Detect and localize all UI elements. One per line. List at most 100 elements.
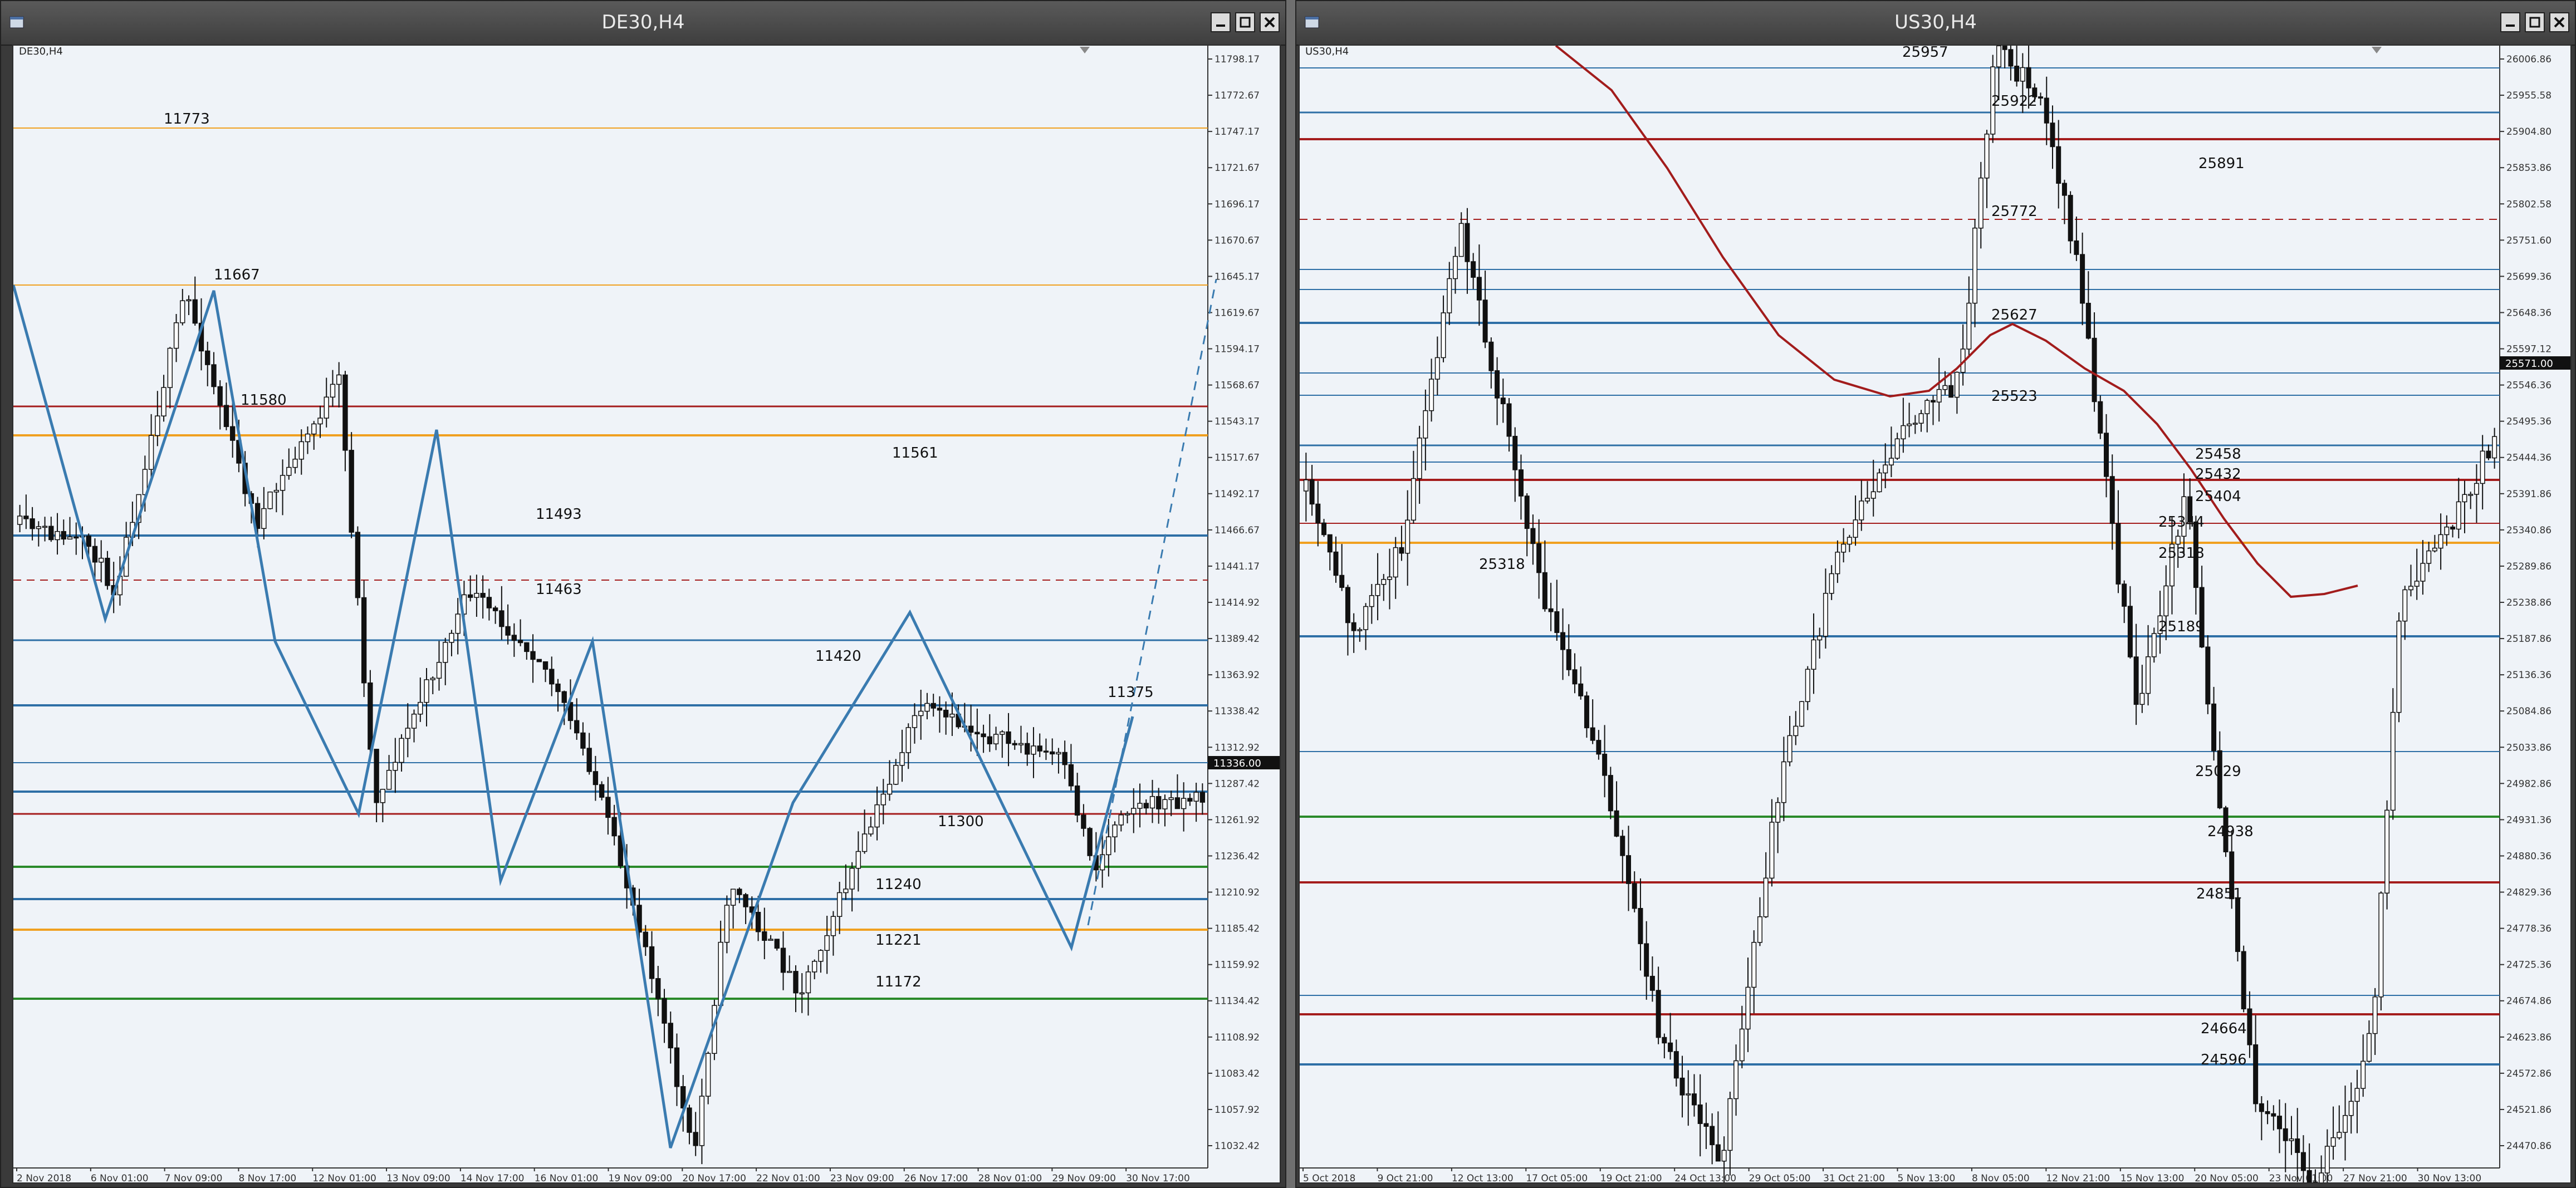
- candle-body: [662, 998, 667, 1024]
- candle-body: [180, 300, 185, 323]
- candle-body: [1495, 370, 1500, 399]
- price-axis-label: 24572.86: [2506, 1068, 2551, 1079]
- price-axis-label: 11798.17: [1214, 54, 1260, 65]
- candle-body: [443, 642, 448, 663]
- time-axis-label: 24 Oct 13:00: [1674, 1173, 1736, 1184]
- us30-price-chart[interactable]: 26006.86 25955.58 25904.80 25853.86 25802.58…: [1300, 46, 2572, 1184]
- time-axis-label: 16 Nov 01:00: [535, 1173, 599, 1184]
- us30-symbol-label: US30,H4: [1305, 46, 1349, 57]
- de30-chart-area[interactable]: 11798.17 11772.67 11747.17 11721.67 11696.17…: [12, 45, 1281, 1184]
- candle-body: [1560, 632, 1566, 650]
- candle-body: [812, 961, 817, 973]
- candle-body: [2080, 254, 2085, 304]
- candle-body: [724, 905, 730, 943]
- level-label: 24664: [2201, 1020, 2247, 1037]
- candle-body: [424, 679, 429, 703]
- price-axis-label: 11159.92: [1214, 960, 1260, 971]
- candle-body: [1043, 750, 1049, 753]
- price-axis-label: 11441.17: [1214, 561, 1260, 572]
- candle-body: [1050, 751, 1055, 755]
- candle-body: [30, 518, 35, 529]
- chart-background: [1300, 46, 2570, 1182]
- maximize-icon: [1240, 17, 1251, 28]
- candle-body: [211, 364, 217, 387]
- us30-chart-area[interactable]: 26006.86 25955.58 25904.80 25853.86 25802.58…: [1299, 45, 2572, 1184]
- time-axis-label: 5 Nov 13:00: [1898, 1173, 1956, 1184]
- candle-body: [561, 691, 567, 703]
- level-label: 11375: [1108, 684, 1154, 701]
- time-axis-label: 12 Nov 01:00: [312, 1173, 376, 1184]
- price-axis-label: 11363.92: [1214, 670, 1260, 681]
- maximize-button[interactable]: [1235, 12, 1255, 32]
- candle-body: [1781, 761, 1786, 803]
- candle-body: [1572, 669, 1578, 685]
- candle-body: [592, 771, 599, 786]
- candle-body: [2241, 951, 2246, 1009]
- candle-body: [2122, 583, 2127, 607]
- candle-body: [161, 387, 166, 416]
- level-label: 11221: [875, 932, 922, 949]
- minimize-icon: [1216, 24, 1225, 27]
- price-axis-label: 11032.42: [1214, 1141, 1260, 1152]
- candle-body: [2324, 1146, 2330, 1174]
- candle-body: [1303, 479, 1309, 492]
- candle-body: [2492, 436, 2497, 459]
- candle-body: [1315, 503, 1321, 524]
- candle-body: [1751, 942, 1757, 988]
- maximize-button[interactable]: [2525, 12, 2545, 32]
- candle-body: [1118, 814, 1124, 826]
- candle-body: [937, 708, 943, 711]
- candle-body: [1853, 519, 1858, 538]
- price-axis-label: 11083.42: [1214, 1068, 1260, 1079]
- candle-body: [918, 710, 924, 716]
- candle-body: [1793, 725, 1799, 737]
- minimize-button[interactable]: [2500, 12, 2520, 32]
- candle-body: [987, 736, 993, 744]
- candle-body: [2253, 1044, 2259, 1104]
- candle-body: [1548, 608, 1554, 612]
- candle-body: [836, 892, 843, 917]
- candle-body: [880, 793, 886, 806]
- candle-body: [1978, 178, 1984, 229]
- us30-title-bar[interactable]: US30,H4: [1296, 1, 2575, 46]
- candle-body: [2139, 693, 2145, 705]
- candle-body: [1835, 552, 1840, 575]
- us30-chart-window[interactable]: US30,H4 26006.86 25955.58 25904.80 25853.86…: [1295, 0, 2576, 1188]
- candle-body: [2432, 547, 2437, 552]
- candle-body: [824, 935, 830, 951]
- candle-body: [2366, 1033, 2372, 1062]
- time-axis-label: 19 Nov 09:00: [609, 1173, 673, 1184]
- candle-body: [192, 299, 198, 324]
- de30-symbol-label: DE30,H4: [19, 46, 63, 57]
- price-axis-label: 11517.67: [1214, 453, 1260, 464]
- candle-body: [2109, 476, 2115, 524]
- candle-body: [261, 508, 267, 529]
- de30-title-bar[interactable]: DE30,H4: [1, 1, 1285, 46]
- candle-body: [1434, 357, 1440, 380]
- candle-body: [762, 931, 767, 941]
- price-axis-label: 25904.80: [2506, 126, 2551, 138]
- price-axis-label: 24470.86: [2506, 1141, 2551, 1152]
- candle-body: [912, 715, 918, 728]
- price-axis-label: 11747.17: [1214, 126, 1260, 138]
- close-button[interactable]: [1260, 12, 1280, 32]
- candle-body: [1691, 1093, 1697, 1106]
- de30-price-chart[interactable]: 11798.17 11772.67 11747.17 11721.67 11696.17…: [13, 46, 1281, 1184]
- minimize-button[interactable]: [1211, 12, 1231, 32]
- candle-body: [1518, 469, 1524, 497]
- candle-body: [1847, 537, 1852, 545]
- candle-body: [1608, 775, 1613, 812]
- candle-body: [42, 526, 48, 528]
- candle-body: [668, 1023, 673, 1049]
- de30-chart-window[interactable]: DE30,H4 11798.17 11772.67 11747.17 11721.67…: [0, 0, 1286, 1188]
- candle-body: [874, 804, 880, 828]
- level-label: 24938: [2207, 823, 2254, 840]
- candle-body: [217, 386, 223, 406]
- price-axis-label: 25033.86: [2506, 742, 2551, 753]
- candle-body: [2175, 536, 2181, 545]
- candle-body: [611, 817, 617, 837]
- candle-body: [74, 536, 79, 539]
- close-button[interactable]: [2549, 12, 2569, 32]
- candle-body: [574, 720, 580, 734]
- candle-body: [2074, 240, 2079, 255]
